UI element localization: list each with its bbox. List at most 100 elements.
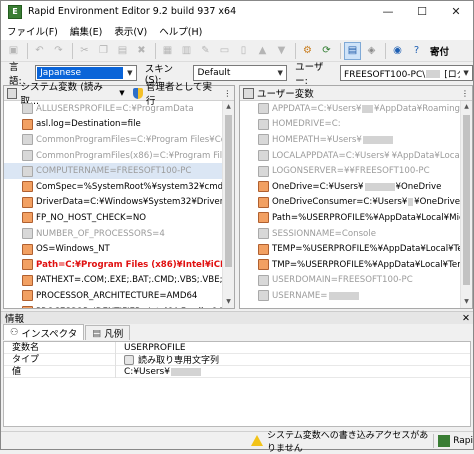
inspector-value[interactable]: USERPROFILE — [116, 343, 186, 353]
add-variable-icon[interactable]: ▦ — [159, 42, 176, 60]
list-item[interactable]: Path=C:¥Program Files (x86)¥Intel¥iCLS C… — [4, 257, 222, 273]
variable-text-suffix: ¥OneDrive — [414, 197, 460, 208]
list-item[interactable]: ComSpec=%SystemRoot%¥system32¥cmd.exe — [4, 179, 222, 195]
system-scrollbar[interactable]: ▲ ▼ — [222, 101, 234, 308]
user-select[interactable]: FREESOFT100-PC\ [ログイン ▼ — [340, 65, 474, 81]
menu-help[interactable]: ヘルプ(H) — [153, 24, 208, 38]
list-item[interactable]: OneDriveConsumer=C:¥Users¥ ¥OneDrive — [240, 195, 460, 211]
list-item[interactable]: NUMBER_OF_PROCESSORS=4 — [4, 226, 222, 242]
list-item[interactable]: LOGONSERVER=¥¥FREESOFT100-PC — [240, 163, 460, 179]
run-as-admin-button[interactable]: 管理者として実行 — [129, 82, 221, 107]
variable-text: TMP=%USERPROFILE%¥AppData¥Local¥Temp — [272, 259, 460, 270]
list-item[interactable]: CommonProgramFiles(x86)=C:¥Program Files… — [4, 148, 222, 164]
list-item[interactable]: TEMP=%USERPROFILE%¥AppData¥Local¥Temp — [240, 241, 460, 257]
variable-tag-icon — [22, 228, 33, 240]
list-item[interactable]: APPDATA=C:¥Users¥ ¥AppData¥Roaming — [240, 101, 460, 117]
menu-edit[interactable]: 編集(E) — [64, 24, 108, 38]
move-up-icon[interactable]: ▲ — [254, 42, 271, 60]
list-item[interactable]: OS=Windows_NT — [4, 241, 222, 257]
variable-text: COMPUTERNAME=FREESOFT100-PC — [36, 166, 192, 177]
list-item[interactable]: Path=%USERPROFILE%¥AppData¥Local¥Microso… — [240, 210, 460, 226]
tag-icon[interactable]: ◈ — [363, 42, 380, 60]
list-item[interactable]: ALLUSERSPROFILE=C:¥ProgramData — [4, 101, 222, 117]
inspector-icon: ⚇ — [10, 327, 19, 338]
list-item[interactable]: PATHEXT=.COM;.EXE;.BAT;.CMD;.VBS;.VBE;.J… — [4, 273, 222, 289]
scroll-down-icon[interactable]: ▼ — [223, 296, 234, 308]
scroll-thumb[interactable] — [463, 115, 470, 285]
settings-icon[interactable]: ⚙ — [299, 42, 316, 60]
menu-file[interactable]: ファイル(F) — [1, 24, 64, 38]
donate-button[interactable]: 寄付 — [427, 44, 452, 58]
copy-icon[interactable]: ❐ — [95, 42, 112, 60]
list-item[interactable]: COMPUTERNAME=FREESOFT100-PC — [4, 163, 222, 179]
list-item[interactable]: PROCESSOR_ARCHITECTURE=AMD64 — [4, 288, 222, 304]
list-item[interactable]: OneDrive=C:¥Users¥ ¥OneDrive — [240, 179, 460, 195]
help-icon[interactable]: ? — [408, 42, 425, 60]
inspector-row: 値 C:¥Users¥ — [4, 365, 470, 378]
menu-view[interactable]: 表示(V) — [108, 24, 153, 38]
browse-folder-icon[interactable]: ▭ — [216, 42, 233, 60]
edit-icon[interactable]: ✎ — [197, 42, 214, 60]
app-logo-icon — [438, 434, 451, 447]
system-variables-list[interactable]: ALLUSERSPROFILE=C:¥ProgramData asl.log=De… — [4, 101, 222, 308]
inspector-value[interactable]: C:¥Users¥ — [116, 367, 202, 377]
delete-icon[interactable]: ✖ — [133, 42, 150, 60]
list-item[interactable]: TMP=%USERPROFILE%¥AppData¥Local¥Temp — [240, 257, 460, 273]
scroll-up-icon[interactable]: ▲ — [223, 101, 234, 113]
refresh-icon[interactable]: ⟳ — [318, 42, 335, 60]
inspector-value[interactable]: 読み取り専用文字列 — [116, 353, 219, 366]
inspector-value-text: 読み取り専用文字列 — [138, 356, 220, 366]
list-item[interactable]: SESSIONNAME=Console — [240, 226, 460, 242]
web-icon[interactable]: ◉ — [389, 42, 406, 60]
variable-tag-icon — [258, 212, 269, 224]
scroll-down-icon[interactable]: ▼ — [461, 296, 472, 308]
variable-text: HOMEPATH=¥Users¥ — [272, 134, 362, 145]
list-item[interactable]: DriverData=C:¥Windows¥System32¥Drivers¥D… — [4, 195, 222, 211]
more-icon[interactable]: ⋮ — [458, 89, 472, 98]
close-icon[interactable]: ✕ — [459, 313, 473, 324]
save-icon[interactable]: ▣ — [5, 42, 22, 60]
maximize-button[interactable]: ☐ — [405, 1, 439, 22]
tab-legend[interactable]: ▤ 凡例 — [85, 325, 131, 340]
undo-icon[interactable]: ↶ — [31, 42, 48, 60]
more-icon[interactable]: ⋮ — [221, 89, 234, 98]
list-item[interactable]: USERDOMAIN=FREESOFT100-PC — [240, 273, 460, 289]
chevron-down-icon[interactable]: ▼ — [115, 89, 128, 97]
tab-inspector[interactable]: ⚇ インスペクタ — [3, 324, 85, 340]
paste-icon[interactable]: ▤ — [114, 42, 131, 60]
add-value-icon[interactable]: ▥ — [178, 42, 195, 60]
list-item[interactable]: HOMEPATH=¥Users¥ — [240, 132, 460, 148]
list-item[interactable]: CommonProgramFiles=C:¥Program Files¥Comm… — [4, 132, 222, 148]
close-button[interactable]: ✕ — [439, 1, 473, 22]
redo-icon[interactable]: ↷ — [50, 42, 67, 60]
variable-tag-icon — [258, 274, 269, 286]
list-item[interactable]: FP_NO_HOST_CHECK=NO — [4, 210, 222, 226]
user-scrollbar[interactable]: ▲ ▼ — [460, 101, 472, 308]
variable-tag-icon — [258, 165, 269, 177]
variable-text-suffix: ¥OneDrive — [395, 181, 442, 192]
scroll-thumb[interactable] — [225, 115, 232, 267]
minimize-button[interactable]: — — [371, 1, 405, 22]
list-item[interactable]: LOCALAPPDATA=C:¥Users¥ ¥AppData¥Local — [240, 148, 460, 164]
legend-icon: ▤ — [92, 327, 102, 339]
inspector-key: タイプ — [4, 353, 116, 366]
inspector-value-text: C:¥Users¥ — [124, 366, 170, 377]
inspector-key: 変数名 — [4, 341, 116, 354]
title-bar[interactable]: E Rapid Environment Editor 9.2 build 937… — [1, 1, 473, 22]
scroll-up-icon[interactable]: ▲ — [461, 101, 472, 113]
browse-file-icon[interactable]: ▯ — [235, 42, 252, 60]
variable-text: HOMEDRIVE=C: — [272, 119, 341, 130]
view-toggle-icon[interactable]: ▤ — [344, 41, 361, 60]
user-variables-pane: ユーザー変数 ⋮ APPDATA=C:¥Users¥ ¥AppData¥Roami… — [239, 85, 473, 309]
list-item[interactable]: asl.log=Destination=file — [4, 117, 222, 133]
list-item[interactable]: PROCESSOR_IDENTIFIER=Intel64 Family 6 Mo… — [4, 304, 222, 308]
list-item[interactable]: USERNAME= — [240, 288, 460, 304]
variable-text: OneDriveConsumer=C:¥Users¥ — [272, 197, 408, 208]
list-item[interactable]: HOMEDRIVE=C: — [240, 117, 460, 133]
cut-icon[interactable]: ✂ — [76, 42, 93, 60]
move-down-icon[interactable]: ▼ — [273, 42, 290, 60]
variable-text: PROCESSOR_ARCHITECTURE=AMD64 — [36, 290, 198, 301]
tab-legend-label: 凡例 — [104, 329, 124, 340]
user-variables-list[interactable]: APPDATA=C:¥Users¥ ¥AppData¥Roaming HOMEDRI… — [240, 101, 460, 308]
variable-text: FP_NO_HOST_CHECK=NO — [36, 212, 147, 223]
